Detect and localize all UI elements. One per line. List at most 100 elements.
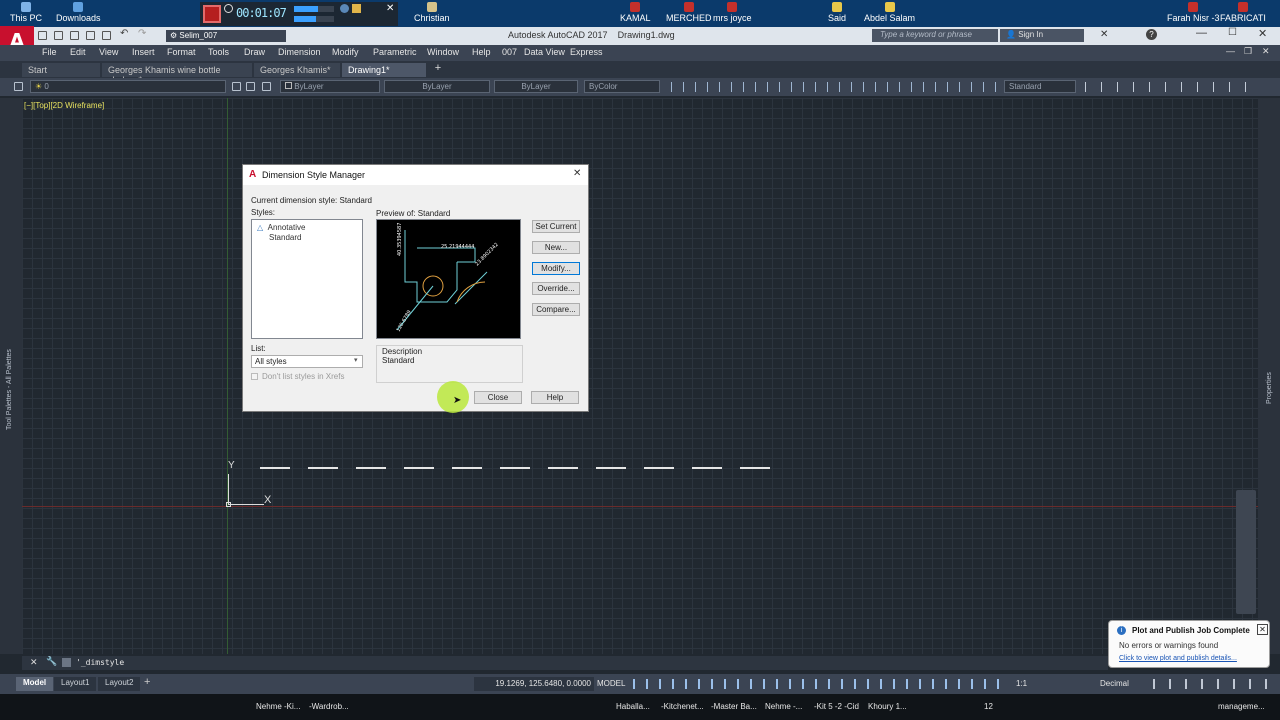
tab-layout1[interactable]: Layout1	[54, 677, 97, 691]
menu-view[interactable]: View	[99, 47, 118, 57]
taskbar-item[interactable]: -Kitchenet...	[661, 702, 704, 711]
command-line[interactable]: ✕ 🔧 '_dimstyle	[22, 656, 1108, 670]
desktop-icon-farah-nisr[interactable]: Farah Nisr -3	[1167, 2, 1220, 23]
scrollbar-vertical[interactable]	[1236, 490, 1256, 614]
tool-palettes-strip[interactable]: Tool Palettes - All Palettes	[0, 98, 22, 654]
plot-icon[interactable]	[102, 31, 111, 40]
set-current-button[interactable]: Set Current	[532, 220, 580, 233]
undo-icon[interactable]: ↶	[120, 28, 128, 39]
taskbar-item[interactable]: -Master Ba...	[711, 702, 757, 711]
model-space-toggle[interactable]: MODEL	[597, 679, 625, 688]
list-item[interactable]: Standard	[269, 233, 301, 242]
layer-match-icon[interactable]	[262, 82, 271, 91]
desktop-icon-this-pc[interactable]: This PC	[10, 2, 42, 23]
desktop-icon-mrs-joyce[interactable]: mrs joyce	[713, 2, 752, 23]
restore-doc-button[interactable]: ❐	[1244, 46, 1252, 57]
menu-express[interactable]: Express	[570, 47, 603, 57]
help-search-input[interactable]: Type a keyword or phrase	[872, 29, 998, 42]
close-icon[interactable]: ✕	[386, 3, 394, 14]
minimize-doc-button[interactable]: —	[1226, 46, 1235, 56]
layer-properties-icon[interactable]	[14, 82, 23, 91]
minimize-button[interactable]: —	[1196, 27, 1207, 39]
taskbar-item[interactable]: Haballa...	[616, 702, 650, 711]
desktop-icon-said[interactable]: Said	[828, 2, 846, 23]
new-icon[interactable]	[38, 31, 47, 40]
desktop-icon-merched[interactable]: MERCHED	[666, 2, 712, 23]
desktop-icon-christian[interactable]: Christian	[414, 2, 450, 23]
taskbar-item[interactable]: 12	[984, 702, 993, 711]
menu-data-view[interactable]: Data View	[524, 47, 565, 57]
menu-tools[interactable]: Tools	[208, 47, 229, 57]
menu-draw[interactable]: Draw	[244, 47, 265, 57]
coordinates-display[interactable]: 19.1269, 125.6480, 0.0000	[474, 677, 594, 691]
settings-icon[interactable]	[340, 4, 349, 13]
layer-dropdown[interactable]: ☀ 0	[30, 80, 226, 93]
list-filter-select[interactable]: All styles ▾	[251, 355, 363, 368]
viewport-controls[interactable]: [−][Top][2D Wireframe]	[24, 101, 104, 110]
menu-window[interactable]: Window	[427, 47, 459, 57]
ucs-icon[interactable]: Y X	[226, 460, 276, 508]
tab-wine-bottle-shelves[interactable]: Georges Khamis wine bottle shelves*	[102, 63, 252, 85]
taskbar-item[interactable]: -Wardrob...	[309, 702, 349, 711]
lineweight-dropdown[interactable]: ByLayer	[494, 80, 578, 93]
menu-insert[interactable]: Insert	[132, 47, 155, 57]
record-stop-icon[interactable]	[203, 5, 221, 23]
tab-start[interactable]: Start	[22, 63, 100, 77]
menu-dimension[interactable]: Dimension	[278, 47, 321, 57]
styles-list[interactable]: △ Annotative Standard	[251, 219, 363, 339]
close-icon[interactable]: ✕	[30, 657, 38, 668]
close-dialog-button[interactable]: Close	[474, 391, 522, 404]
properties-palette-strip[interactable]: Properties	[1258, 98, 1280, 654]
save-as-icon[interactable]	[86, 31, 95, 40]
menu-edit[interactable]: Edit	[70, 47, 86, 57]
menu-modify[interactable]: Modify	[332, 47, 359, 57]
exchange-icon[interactable]: ✕	[1100, 29, 1108, 40]
folder-icon[interactable]	[352, 4, 361, 13]
menu-format[interactable]: Format	[167, 47, 196, 57]
desktop-icon-abdel-salam[interactable]: Abdel Salam	[864, 2, 915, 23]
taskbar-item[interactable]: manageme...	[1218, 702, 1265, 711]
color-dropdown[interactable]: ByLayer	[280, 80, 380, 93]
drawing-canvas[interactable]: [−][Top][2D Wireframe] Y X	[22, 98, 1258, 654]
taskbar-item[interactable]: Nehme -Ki...	[256, 702, 300, 711]
desktop-icon-downloads[interactable]: Downloads	[56, 2, 101, 23]
text-style-dropdown[interactable]: Standard	[1004, 80, 1076, 93]
annotation-scale[interactable]: 1:1	[1016, 679, 1027, 688]
desktop-icon-kamal[interactable]: KAMAL	[620, 2, 651, 23]
menu-007[interactable]: 007	[502, 47, 517, 57]
units-display[interactable]: Decimal	[1100, 679, 1129, 688]
notification-close-icon[interactable]: ✕	[1257, 624, 1268, 635]
desktop-icon-fabricati[interactable]: FABRICATI	[1220, 2, 1266, 23]
command-text[interactable]: '_dimstyle	[76, 658, 124, 667]
save-icon[interactable]	[70, 31, 79, 40]
close-button[interactable]: ✕	[1258, 27, 1267, 40]
new-tab-button[interactable]: +	[430, 62, 446, 76]
taskbar-item[interactable]: Khoury 1...	[868, 702, 907, 711]
override-button[interactable]: Override...	[532, 282, 580, 295]
help-icon[interactable]: ?	[1146, 29, 1157, 40]
add-layout-icon[interactable]: +	[144, 676, 150, 688]
menu-help[interactable]: Help	[472, 47, 491, 57]
modify-button[interactable]: Modify...	[532, 262, 580, 275]
taskbar-item[interactable]: Nehme -...	[765, 702, 802, 711]
tab-drawing1[interactable]: Drawing1*	[342, 63, 426, 77]
plot-publish-notification[interactable]: i Plot and Publish Job Complete ✕ No err…	[1108, 620, 1270, 668]
workspace-selector[interactable]: ⚙ Selim_007	[166, 30, 286, 42]
menu-file[interactable]: File	[42, 47, 57, 57]
dialog-close-icon[interactable]: ✕	[573, 168, 581, 179]
maximize-button[interactable]: ☐	[1228, 27, 1237, 38]
notification-link[interactable]: Click to view plot and publish details..…	[1119, 655, 1237, 662]
compare-button[interactable]: Compare...	[532, 303, 580, 316]
tab-model[interactable]: Model	[16, 677, 54, 691]
xref-checkbox[interactable]	[251, 373, 258, 380]
taskbar-item[interactable]: -Kit 5 -2 -Cid	[814, 702, 859, 711]
list-item[interactable]: △ Annotative	[257, 223, 305, 232]
dashed-line[interactable]	[260, 467, 770, 469]
tab-layout2[interactable]: Layout2	[98, 677, 141, 691]
close-doc-button[interactable]: ✕	[1262, 46, 1270, 57]
layer-previous-icon[interactable]	[246, 82, 255, 91]
new-button[interactable]: New...	[532, 241, 580, 254]
plotstyle-dropdown[interactable]: ByColor	[584, 80, 660, 93]
dialog-title-bar[interactable]: A Dimension Style Manager ✕	[243, 165, 588, 185]
wrench-icon[interactable]: 🔧	[46, 656, 57, 667]
